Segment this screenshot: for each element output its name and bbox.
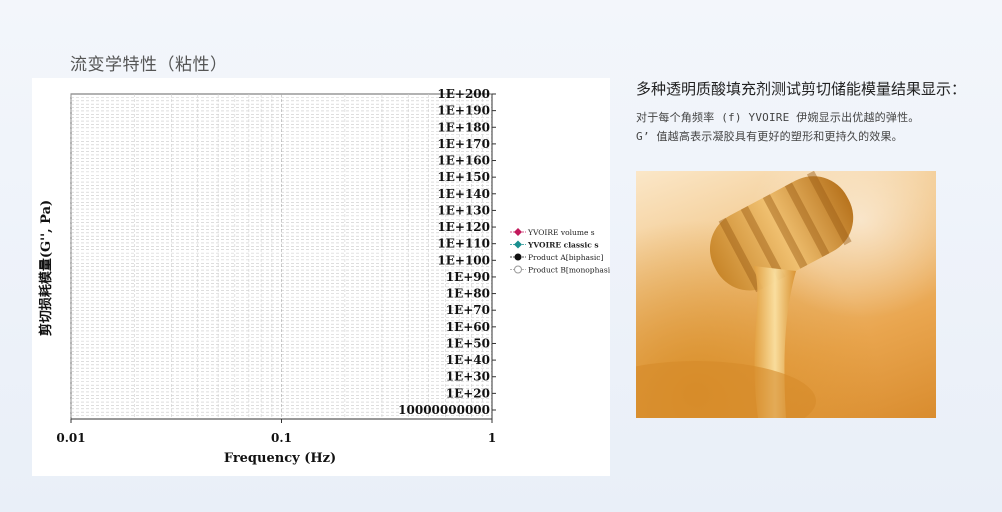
legend-label: YVOIRE classic s	[527, 241, 599, 250]
chart-card: 10000000000 1E+20 1E+30 1E+40 1E+50 1E+60 1E+7…	[32, 78, 610, 476]
y-tick-label: 1E+160	[437, 154, 490, 168]
results-heading: 多种透明质酸填充剂测试剪切储能模量结果显示：	[636, 80, 967, 98]
y-tick-label: 1E+20	[446, 386, 490, 400]
section-title: 流变学特性（粘性）	[70, 55, 228, 75]
results-line-1: 对于每个角频率 (f) YVOIRE 伊婉显示出优越的弹性。	[636, 111, 920, 124]
y-tick-label: 1E+30	[446, 370, 490, 384]
legend-label: Product B[monophasic]	[528, 266, 610, 275]
x-tick-label: 0.1	[271, 431, 292, 445]
y-tick-label: 1E+80	[446, 287, 490, 301]
y-tick-label: 1E+100	[437, 253, 490, 267]
x-tick-label: 1	[488, 431, 496, 445]
x-axis-label: Frequency (Hz)	[224, 451, 336, 466]
y-tick-label: 1E+90	[446, 270, 490, 284]
y-tick-label: 1E+70	[446, 303, 490, 317]
y-tick-label: 1E+140	[437, 187, 490, 201]
legend-entry: YVOIRE classic s	[510, 240, 599, 250]
y-tick-label: 1E+60	[446, 320, 490, 334]
legend-marker	[514, 240, 522, 249]
y-tick-label: 1E+50	[446, 336, 490, 350]
results-line-2: G’ 值越高表示凝胶具有更好的塑形和更持久的效果。	[636, 130, 903, 143]
y-tick-label: 1E+150	[437, 170, 490, 184]
legend-entry: Product B[monophasic]	[510, 265, 610, 275]
legend-entry: YVOIRE volume s	[510, 228, 595, 237]
honey-dipper-image	[636, 171, 854, 418]
y-tick-label: 10000000000	[398, 403, 490, 417]
shear-modulus-chart: 10000000000 1E+20 1E+30 1E+40 1E+50 1E+60 1E+7…	[38, 87, 610, 466]
legend-marker	[514, 253, 522, 261]
legend-label: Product A[biphasic]	[528, 253, 603, 262]
y-tick-label: 1E+190	[437, 104, 490, 118]
y-tick-label: 1E+170	[437, 137, 490, 151]
y-tick-label: 1E+110	[437, 237, 490, 251]
y-tick-label: 1E+40	[446, 353, 490, 367]
y-tick-label: 1E+120	[437, 220, 490, 234]
legend-marker	[514, 265, 522, 274]
y-tick-label: 1E+200	[437, 87, 490, 101]
honey-photo	[636, 171, 936, 418]
y-axis-label: 剪切损耗模量(G'', Pa)	[38, 200, 54, 336]
legend-marker	[514, 228, 522, 236]
legend-label: YVOIRE volume s	[527, 228, 595, 237]
y-tick-label: 1E+180	[437, 120, 490, 134]
x-tick-label: 0.01	[56, 431, 85, 445]
legend-entry: Product A[biphasic]	[510, 253, 603, 262]
y-tick-label: 1E+130	[437, 203, 490, 217]
